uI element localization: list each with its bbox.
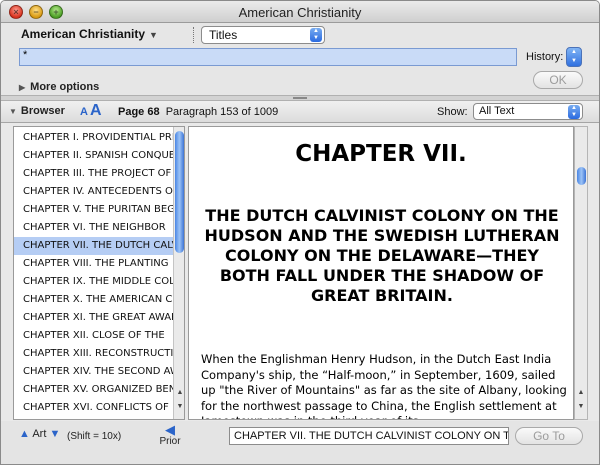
chapter-list-scrollbar[interactable]: ▲ ▼ xyxy=(173,127,184,419)
chapter-list-item[interactable]: CHAPTER VIII. THE PLANTING xyxy=(14,255,174,273)
book-select-label: American Christianity xyxy=(21,27,146,41)
chapter-list-item[interactable]: CHAPTER III. THE PROJECT OF xyxy=(14,165,174,183)
paragraph-text: When the Englishman Henry Hudson, in the… xyxy=(201,352,567,419)
history-stepper[interactable]: ▲ ▼ xyxy=(566,47,582,67)
chapter-subtitle: THE DUTCH CALVINIST COLONY ON THE HUDSON… xyxy=(204,206,560,305)
divider xyxy=(193,27,195,43)
search-panel: American Christianity ▼ Titles ▲ ▼ * Histo… xyxy=(1,23,599,95)
page-number: Page 68 xyxy=(118,106,160,118)
paragraph-info: Paragraph 153 of 1009 xyxy=(165,106,279,118)
art-stepper[interactable]: ▲ Art ▼ xyxy=(19,428,60,440)
history-label: History: xyxy=(526,51,564,63)
goto-button[interactable]: Go To xyxy=(515,427,583,445)
search-input[interactable]: * xyxy=(19,48,517,66)
grip-icon xyxy=(293,97,307,99)
chapter-list-item[interactable]: CHAPTER XII. CLOSE OF THE xyxy=(14,327,174,345)
chapter-list[interactable]: CHAPTER I. PROVIDENTIAL PREPARATIONSCHAP… xyxy=(13,126,185,420)
art-label: Art xyxy=(32,428,47,440)
chapter-list-item[interactable]: CHAPTER XIII. RECONSTRUCTION xyxy=(14,345,174,363)
prior-label: Prior xyxy=(159,436,181,447)
scroll-down-icon[interactable]: ▼ xyxy=(576,403,586,410)
chapter-list-item[interactable]: CHAPTER I. PROVIDENTIAL PREPARATIONS xyxy=(14,129,174,147)
chapter-list-item[interactable]: CHAPTER X. THE AMERICAN CHURCH xyxy=(14,291,174,309)
chapter-list-item[interactable]: CHAPTER XV. ORGANIZED BENEVOLENCE xyxy=(14,381,174,399)
chapter-list-item[interactable]: CHAPTER IX. THE MIDDLE COLONIES xyxy=(14,273,174,291)
reading-pane-scrollbar[interactable]: ▲ ▼ xyxy=(574,126,588,420)
ok-button[interactable]: OK xyxy=(533,71,583,89)
show-label: Show: xyxy=(437,106,468,118)
prior-button[interactable]: ◀ Prior xyxy=(155,422,185,447)
chapter-list-item[interactable]: CHAPTER VI. THE NEIGHBOR xyxy=(14,219,174,237)
more-options-toggle[interactable]: ▶ More options xyxy=(19,81,99,93)
goto-field[interactable]: CHAPTER VII. THE DUTCH CALVINIST COLONY … xyxy=(229,427,509,445)
scroll-up-icon[interactable]: ▲ xyxy=(175,389,184,396)
app-window: × − + American Christianity American Chr… xyxy=(0,0,600,465)
shift-note: (Shift = 10x) xyxy=(67,431,122,442)
chapter-list-item[interactable]: CHAPTER VII. THE DUTCH CALVINIST xyxy=(14,237,174,255)
increase-font-button[interactable]: A xyxy=(90,102,102,120)
field-select[interactable]: Titles ▲ ▼ xyxy=(201,26,325,44)
scroll-down-icon[interactable]: ▼ xyxy=(175,403,184,410)
stepper-icon: ▲ ▼ xyxy=(568,105,580,119)
disclosure-triangle-icon: ▶ xyxy=(19,83,26,92)
chevron-down-icon: ▼ xyxy=(149,30,158,40)
show-select-value: All Text xyxy=(479,105,515,117)
triangle-up-icon[interactable]: ▲ xyxy=(19,428,30,440)
disclosure-triangle-icon: ▼ xyxy=(9,107,17,116)
decrease-font-button[interactable]: A xyxy=(80,106,88,118)
scrollbar-thumb[interactable] xyxy=(577,167,586,185)
triangle-down-icon[interactable]: ▼ xyxy=(49,428,60,440)
reading-pane[interactable]: CHAPTER VII. THE DUTCH CALVINIST COLONY … xyxy=(188,126,574,420)
stepper-icon: ▲ ▼ xyxy=(310,28,322,42)
browser-label: Browser xyxy=(20,105,65,117)
more-options-label: More options xyxy=(30,81,100,93)
title-bar[interactable]: × − + American Christianity xyxy=(1,1,599,23)
chapter-list-item[interactable]: CHAPTER XVII. A DECADE OF xyxy=(14,417,174,419)
chapter-list-item[interactable]: CHAPTER V. THE PURITAN BEGINNINGS xyxy=(14,201,174,219)
window-title: American Christianity xyxy=(238,5,362,20)
browser-toggle[interactable]: ▼ Browser xyxy=(9,105,65,117)
chapter-list-item[interactable]: CHAPTER XI. THE GREAT AWAKENING xyxy=(14,309,174,327)
chapter-list-item[interactable]: CHAPTER II. SPANISH CONQUEST xyxy=(14,147,174,165)
navigation-bar: ▲ Art ▼ (Shift = 10x) ◀ Prior CHAPTER VI… xyxy=(1,421,599,464)
chapter-list-item[interactable]: CHAPTER XIV. THE SECOND AWAKENING xyxy=(14,363,174,381)
scroll-up-icon[interactable]: ▲ xyxy=(576,389,586,396)
chapter-heading: CHAPTER VII. xyxy=(295,141,467,167)
book-select[interactable]: American Christianity ▼ xyxy=(21,27,158,41)
chapter-list-item[interactable]: CHAPTER IV. ANTECEDENTS OF xyxy=(14,183,174,201)
page-info: Page 68 Paragraph 153 of 1009 xyxy=(118,106,278,118)
show-select[interactable]: All Text ▲ ▼ xyxy=(473,103,583,120)
browser-toolbar: ▼ Browser A A Page 68 Paragraph 153 of 10… xyxy=(1,101,599,123)
field-select-value: Titles xyxy=(209,28,238,42)
scrollbar-thumb[interactable] xyxy=(175,131,184,253)
arrow-left-icon: ◀ xyxy=(165,422,175,437)
chapter-list-item[interactable]: CHAPTER XVI. CONFLICTS OF xyxy=(14,399,174,417)
